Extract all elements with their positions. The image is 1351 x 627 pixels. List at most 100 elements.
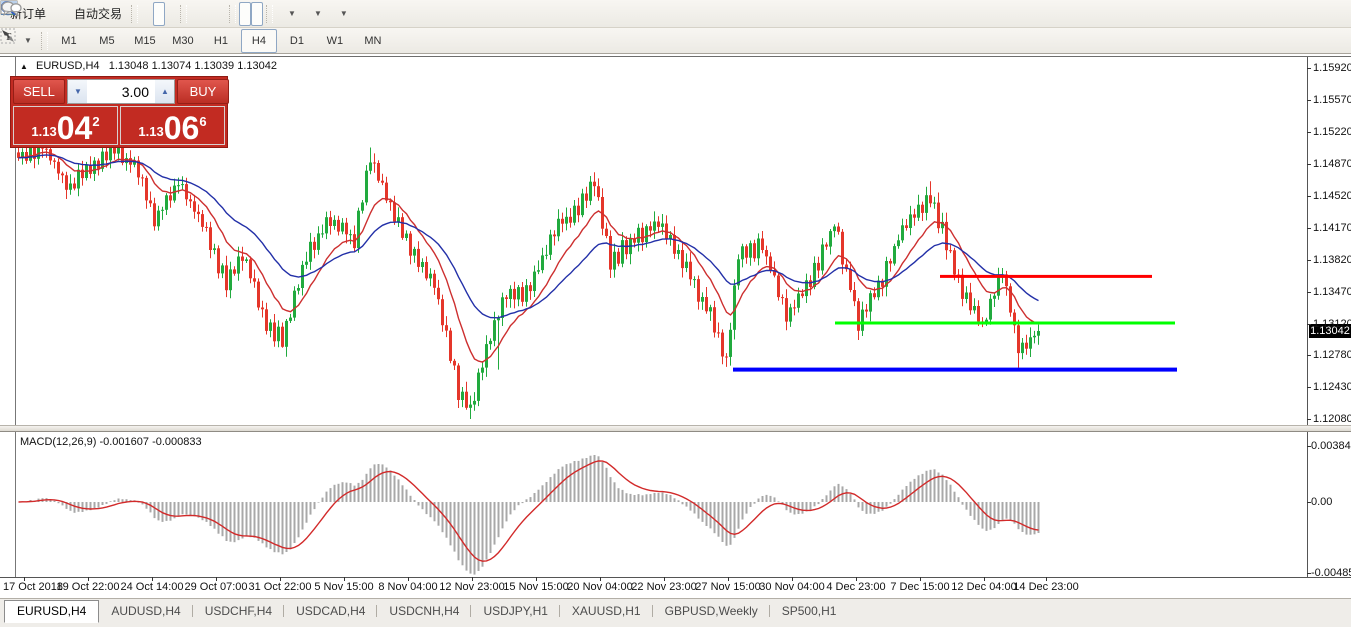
templates-button[interactable]: ▼ xyxy=(328,2,354,26)
sell-price-sup: 2 xyxy=(92,114,99,129)
time-axis-label: 12 Nov 23:00 xyxy=(439,581,504,593)
periods-button[interactable]: ▼ xyxy=(302,2,328,26)
timeframe-button-m5[interactable]: M5 xyxy=(89,29,125,53)
timeframe-button-mn[interactable]: MN xyxy=(355,29,391,53)
time-axis-label: 20 Nov 04:00 xyxy=(567,581,632,593)
buy-button[interactable]: BUY xyxy=(177,79,229,104)
time-axis-label: 14 Dec 23:00 xyxy=(1013,581,1078,593)
toolbar-separator xyxy=(229,5,236,23)
price-axis-tick xyxy=(1307,292,1311,293)
candlestick-mode-button[interactable] xyxy=(153,2,165,26)
toolbar-separator xyxy=(41,32,48,50)
chart-tab-usdcad[interactable]: USDCAD,H4 xyxy=(284,601,377,622)
time-axis-label: 5 Nov 15:00 xyxy=(314,581,373,593)
panel-splitter[interactable] xyxy=(0,425,1351,432)
time-axis-label: 31 Oct 22:00 xyxy=(249,581,312,593)
timeframe-button-m15[interactable]: M15 xyxy=(127,29,163,53)
autotrading-button[interactable]: 自动交易 xyxy=(64,2,128,26)
time-axis-tick xyxy=(216,577,217,581)
chart-tab-usdchf[interactable]: USDCHF,H4 xyxy=(193,601,284,622)
price-axis-tick xyxy=(1307,228,1311,229)
chart-tab-audusd[interactable]: AUDUSD,H4 xyxy=(99,601,192,622)
volume-decrease-button[interactable]: ▼ xyxy=(68,80,87,103)
time-axis-label: 24 Oct 14:00 xyxy=(121,581,184,593)
price-axis-tick xyxy=(1307,419,1311,420)
chart-frame-top xyxy=(0,56,1351,57)
time-axis-label: 30 Nov 04:00 xyxy=(759,581,824,593)
collapse-triangle-icon[interactable]: ▲ xyxy=(20,62,28,71)
cursor-tools-button[interactable]: ▼ xyxy=(12,29,38,53)
chart-shift-button[interactable] xyxy=(251,2,263,26)
chevron-down-icon: ▼ xyxy=(288,9,296,18)
chart-tab-eurusd[interactable]: EURUSD,H4 xyxy=(4,600,99,623)
zoom-in-button[interactable] xyxy=(190,2,202,26)
time-axis-tick xyxy=(728,577,729,581)
chart-tab-gbpusd[interactable]: GBPUSD,Weekly xyxy=(653,601,770,622)
timeframe-button-d1[interactable]: D1 xyxy=(279,29,315,53)
price-axis-tick xyxy=(1307,100,1311,101)
price-axis-label: 1.14870 xyxy=(1313,158,1351,170)
search-button[interactable] xyxy=(1319,2,1331,26)
main-toolbar: 新订单 自动交易 xyxy=(0,0,1351,28)
price-axis-tick xyxy=(1307,164,1311,165)
chart-tab-sp500[interactable]: SP500,H1 xyxy=(770,601,849,622)
time-axis-tick xyxy=(88,577,89,581)
zoom-out-button[interactable] xyxy=(202,2,214,26)
price-axis-label: 1.14170 xyxy=(1313,222,1351,234)
price-axis-label: 1.12430 xyxy=(1313,381,1351,393)
price-axis-label: 1.12080 xyxy=(1313,413,1351,425)
price-axis-label: 1.15570 xyxy=(1313,94,1351,106)
time-axis-label: 4 Dec 23:00 xyxy=(826,581,885,593)
macd-axis-label: 0.00 xyxy=(1311,496,1332,508)
buy-price-display[interactable]: 1.13066 xyxy=(120,106,225,145)
timeframe-button-m1[interactable]: M1 xyxy=(51,29,87,53)
chart-tab-usdcnh[interactable]: USDCNH,H4 xyxy=(377,601,471,622)
time-axis-tick xyxy=(472,577,473,581)
time-axis-tick xyxy=(920,577,921,581)
tile-windows-button[interactable] xyxy=(214,2,226,26)
price-axis-tick xyxy=(1307,260,1311,261)
toolbar-separator xyxy=(131,5,138,23)
mql-wizard-button[interactable] xyxy=(52,2,64,26)
ohlc-values: 1.13048 1.13074 1.13039 1.13042 xyxy=(109,60,277,72)
auto-scroll-button[interactable] xyxy=(239,2,251,26)
chart-tab-usdjpy[interactable]: USDJPY,H1 xyxy=(471,601,559,622)
sell-button[interactable]: SELL xyxy=(13,79,65,104)
sell-price-display[interactable]: 1.13042 xyxy=(13,106,118,145)
macd-axis-tick xyxy=(1307,573,1311,574)
volume-input[interactable] xyxy=(87,80,155,103)
macd-axis-tick xyxy=(1307,446,1311,447)
price-axis-label: 1.14520 xyxy=(1313,190,1351,202)
indicators-button[interactable]: ▼ xyxy=(276,2,302,26)
line-chart-mode-button[interactable] xyxy=(165,2,177,26)
buy-price-big: 06 xyxy=(164,114,200,143)
price-axis-tick xyxy=(1307,196,1311,197)
time-axis-tick xyxy=(152,577,153,581)
buy-price-sup: 6 xyxy=(199,114,206,129)
timeframe-button-h4[interactable]: H4 xyxy=(241,29,277,53)
macd-axis-label: -0.004856 xyxy=(1311,567,1351,579)
bar-chart-mode-button[interactable] xyxy=(141,2,153,26)
time-axis-label: 15 Nov 15:00 xyxy=(503,581,568,593)
timeframe-button-w1[interactable]: W1 xyxy=(317,29,353,53)
time-axis-label: 12 Dec 04:00 xyxy=(951,581,1016,593)
time-axis-label: 29 Oct 07:00 xyxy=(185,581,248,593)
timeframe-button-h1[interactable]: H1 xyxy=(203,29,239,53)
macd-axis-tick xyxy=(1307,502,1311,503)
macd-axis-label: 0.003847 xyxy=(1311,440,1351,452)
time-axis-tick xyxy=(600,577,601,581)
price-axis-label: 1.15920 xyxy=(1313,62,1351,74)
timeframe-button-m30[interactable]: M30 xyxy=(165,29,201,53)
chevron-down-icon: ▼ xyxy=(24,36,32,45)
price-axis-tick xyxy=(1307,324,1311,325)
time-axis-tick xyxy=(856,577,857,581)
volume-increase-button[interactable]: ▲ xyxy=(155,80,174,103)
chat-button[interactable] xyxy=(1331,2,1343,26)
chevron-down-icon: ▼ xyxy=(314,9,322,18)
time-axis-tick xyxy=(280,577,281,581)
timeframe-toolbar: T ▼ M1M5M15M30H1H4D1W1MN xyxy=(0,28,1351,54)
price-axis-label: 1.13820 xyxy=(1313,254,1351,266)
one-click-trade-panel: SELL ▼ ▲ BUY 1.13042 1.13066 xyxy=(10,76,228,148)
chart-tab-xauusd[interactable]: XAUUSD,H1 xyxy=(560,601,653,622)
toolbar-separator xyxy=(266,5,273,23)
